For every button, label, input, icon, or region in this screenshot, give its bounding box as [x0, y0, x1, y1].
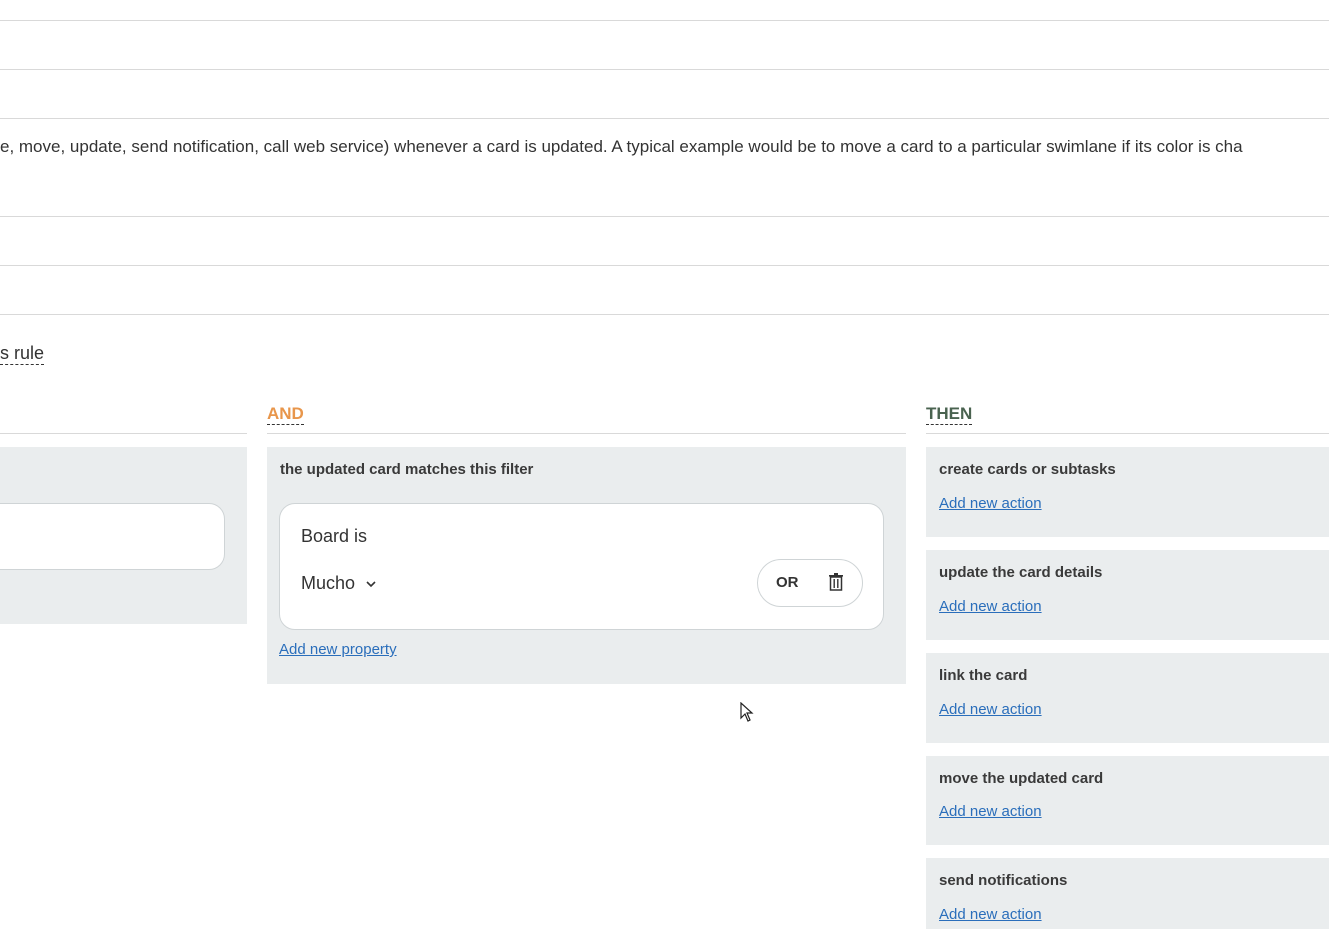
when-condition-box[interactable]: [0, 503, 225, 570]
mouse-cursor-icon: [740, 702, 754, 722]
property-label: Board is: [301, 526, 368, 546]
or-button[interactable]: OR: [776, 574, 799, 591]
row-divider: [0, 217, 1329, 266]
row-divider: [0, 21, 1329, 70]
add-new-action-link[interactable]: Add new action: [939, 495, 1042, 512]
and-label[interactable]: AND: [267, 404, 304, 425]
rule-name-link[interactable]: s rule: [0, 342, 45, 365]
value-actions-pill: OR: [757, 559, 863, 607]
action-panel-move: move the updated card Add new action: [926, 756, 1329, 845]
and-column-header: AND: [267, 404, 906, 434]
trash-icon[interactable]: [828, 573, 844, 591]
then-column-header: THEN: [926, 404, 1329, 434]
row-divider: [0, 0, 1329, 21]
action-title: send notifications: [939, 872, 1068, 889]
action-panel-create: create cards or subtasks Add new action: [926, 447, 1329, 537]
add-new-action-link[interactable]: Add new action: [939, 598, 1042, 615]
add-new-action-link[interactable]: Add new action: [939, 906, 1042, 923]
filter-panel: the updated card matches this filter Boa…: [267, 447, 906, 684]
add-new-action-link[interactable]: Add new action: [939, 701, 1042, 718]
action-title: move the updated card: [939, 770, 1104, 787]
filter-title: the updated card matches this filter: [280, 461, 534, 478]
board-select[interactable]: Mucho: [301, 573, 377, 594]
action-title: update the card details: [939, 564, 1103, 581]
action-title: create cards or subtasks: [939, 461, 1116, 478]
filter-property-card: Board is Mucho OR: [279, 503, 884, 630]
action-panel-link: link the card Add new action: [926, 653, 1329, 743]
add-new-property-link[interactable]: Add new property: [279, 641, 397, 658]
when-column-header: [0, 404, 247, 434]
board-select-value: Mucho: [301, 573, 356, 593]
row-divider: [0, 70, 1329, 119]
rule-description: e, move, update, send notification, call…: [0, 137, 1243, 156]
row-divider: [0, 266, 1329, 315]
add-new-action-link[interactable]: Add new action: [939, 803, 1042, 820]
chevron-down-icon: [366, 580, 376, 587]
when-panel: [0, 447, 247, 624]
then-label[interactable]: THEN: [926, 404, 973, 425]
action-panel-update: update the card details Add new action: [926, 550, 1329, 640]
action-title: link the card: [939, 667, 1028, 684]
action-panel-notify: send notifications Add new action: [926, 858, 1329, 929]
row-divider: [0, 119, 1329, 217]
